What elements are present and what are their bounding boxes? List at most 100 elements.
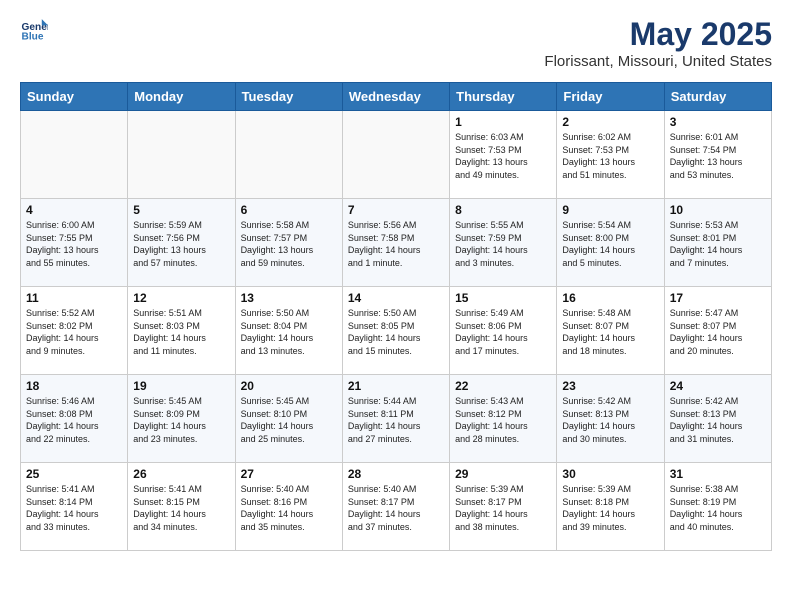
weekday-header-tuesday: Tuesday [235,83,342,111]
day-info: Sunrise: 5:40 AM Sunset: 8:16 PM Dayligh… [241,483,337,533]
day-number: 19 [133,379,229,393]
calendar-cell: 16 Sunrise: 5:48 AM Sunset: 8:07 PM Dayli… [557,287,664,375]
calendar-cell: 31 Sunrise: 5:38 AM Sunset: 8:19 PM Dayli… [664,463,771,551]
calendar-cell: 19 Sunrise: 5:45 AM Sunset: 8:09 PM Dayli… [128,375,235,463]
day-number: 7 [348,203,444,217]
day-number: 26 [133,467,229,481]
calendar-cell: 12 Sunrise: 5:51 AM Sunset: 8:03 PM Dayli… [128,287,235,375]
calendar-cell: 25 Sunrise: 5:41 AM Sunset: 8:14 PM Dayli… [21,463,128,551]
day-number: 11 [26,291,122,305]
calendar-week-row: 4 Sunrise: 6:00 AM Sunset: 7:55 PM Daylig… [21,199,772,287]
calendar-cell: 13 Sunrise: 5:50 AM Sunset: 8:04 PM Dayli… [235,287,342,375]
day-info: Sunrise: 5:54 AM Sunset: 8:00 PM Dayligh… [562,219,658,269]
calendar-cell: 3Sunrise: 6:01 AM Sunset: 7:54 PM Daylig… [664,111,771,199]
day-info: Sunrise: 5:38 AM Sunset: 8:19 PM Dayligh… [670,483,766,533]
calendar-week-row: 18Sunrise: 5:46 AM Sunset: 8:08 PM Dayli… [21,375,772,463]
calendar-week-row: 1 Sunrise: 6:03 AM Sunset: 7:53 PM Daylig… [21,111,772,199]
calendar-cell: 28Sunrise: 5:40 AM Sunset: 8:17 PM Dayli… [342,463,449,551]
calendar-cell: 6 Sunrise: 5:58 AM Sunset: 7:57 PM Daylig… [235,199,342,287]
weekday-header-wednesday: Wednesday [342,83,449,111]
day-number: 16 [562,291,658,305]
calendar-cell: 2 Sunrise: 6:02 AM Sunset: 7:53 PM Daylig… [557,111,664,199]
day-info: Sunrise: 5:52 AM Sunset: 8:02 PM Dayligh… [26,307,122,357]
day-info: Sunrise: 5:53 AM Sunset: 8:01 PM Dayligh… [670,219,766,269]
day-info: Sunrise: 5:39 AM Sunset: 8:17 PM Dayligh… [455,483,551,533]
day-info: Sunrise: 5:51 AM Sunset: 8:03 PM Dayligh… [133,307,229,357]
calendar-cell: 4 Sunrise: 6:00 AM Sunset: 7:55 PM Daylig… [21,199,128,287]
calendar-cell: 9 Sunrise: 5:54 AM Sunset: 8:00 PM Daylig… [557,199,664,287]
day-info: Sunrise: 5:42 AM Sunset: 8:13 PM Dayligh… [562,395,658,445]
day-number: 30 [562,467,658,481]
day-info: Sunrise: 5:45 AM Sunset: 8:10 PM Dayligh… [241,395,337,445]
day-number: 4 [26,203,122,217]
calendar-cell: 17Sunrise: 5:47 AM Sunset: 8:07 PM Dayli… [664,287,771,375]
weekday-header-thursday: Thursday [450,83,557,111]
day-info: Sunrise: 6:00 AM Sunset: 7:55 PM Dayligh… [26,219,122,269]
day-number: 31 [670,467,766,481]
day-info: Sunrise: 5:41 AM Sunset: 8:15 PM Dayligh… [133,483,229,533]
day-number: 3 [670,115,766,129]
calendar-cell: 29 Sunrise: 5:39 AM Sunset: 8:17 PM Dayli… [450,463,557,551]
calendar-cell: 18Sunrise: 5:46 AM Sunset: 8:08 PM Dayli… [21,375,128,463]
day-number: 8 [455,203,551,217]
day-number: 24 [670,379,766,393]
day-number: 13 [241,291,337,305]
day-number: 5 [133,203,229,217]
calendar-cell [235,111,342,199]
calendar-cell: 27 Sunrise: 5:40 AM Sunset: 8:16 PM Dayli… [235,463,342,551]
calendar-cell [21,111,128,199]
logo: General Blue [20,16,48,44]
day-info: Sunrise: 5:49 AM Sunset: 8:06 PM Dayligh… [455,307,551,357]
main-title: May 2025 [544,16,772,53]
day-info: Sunrise: 5:39 AM Sunset: 8:18 PM Dayligh… [562,483,658,533]
day-number: 27 [241,467,337,481]
day-number: 9 [562,203,658,217]
calendar-cell: 14Sunrise: 5:50 AM Sunset: 8:05 PM Dayli… [342,287,449,375]
day-number: 21 [348,379,444,393]
weekday-header-saturday: Saturday [664,83,771,111]
day-number: 14 [348,291,444,305]
day-info: Sunrise: 6:02 AM Sunset: 7:53 PM Dayligh… [562,131,658,181]
calendar-cell: 30 Sunrise: 5:39 AM Sunset: 8:18 PM Dayli… [557,463,664,551]
day-number: 25 [26,467,122,481]
day-number: 17 [670,291,766,305]
day-number: 1 [455,115,551,129]
day-info: Sunrise: 5:50 AM Sunset: 8:04 PM Dayligh… [241,307,337,357]
day-number: 29 [455,467,551,481]
day-info: Sunrise: 5:56 AM Sunset: 7:58 PM Dayligh… [348,219,444,269]
day-number: 28 [348,467,444,481]
calendar-cell: 8 Sunrise: 5:55 AM Sunset: 7:59 PM Daylig… [450,199,557,287]
page-header: General Blue May 2025 Florissant, Missou… [20,16,772,70]
weekday-header-row: SundayMondayTuesdayWednesdayThursdayFrid… [21,83,772,111]
day-info: Sunrise: 5:55 AM Sunset: 7:59 PM Dayligh… [455,219,551,269]
calendar-week-row: 11 Sunrise: 5:52 AM Sunset: 8:02 PM Dayli… [21,287,772,375]
day-info: Sunrise: 5:43 AM Sunset: 8:12 PM Dayligh… [455,395,551,445]
calendar-cell: 24 Sunrise: 5:42 AM Sunset: 8:13 PM Dayli… [664,375,771,463]
day-number: 12 [133,291,229,305]
calendar-cell: 5Sunrise: 5:59 AM Sunset: 7:56 PM Daylig… [128,199,235,287]
svg-text:Blue: Blue [22,31,44,42]
day-info: Sunrise: 6:03 AM Sunset: 7:53 PM Dayligh… [455,131,551,181]
day-number: 2 [562,115,658,129]
day-info: Sunrise: 5:42 AM Sunset: 8:13 PM Dayligh… [670,395,766,445]
calendar-cell: 22 Sunrise: 5:43 AM Sunset: 8:12 PM Dayli… [450,375,557,463]
day-info: Sunrise: 5:44 AM Sunset: 8:11 PM Dayligh… [348,395,444,445]
day-number: 6 [241,203,337,217]
day-info: Sunrise: 5:41 AM Sunset: 8:14 PM Dayligh… [26,483,122,533]
calendar-cell: 7 Sunrise: 5:56 AM Sunset: 7:58 PM Daylig… [342,199,449,287]
weekday-header-monday: Monday [128,83,235,111]
calendar-cell: 10Sunrise: 5:53 AM Sunset: 8:01 PM Dayli… [664,199,771,287]
calendar-table: SundayMondayTuesdayWednesdayThursdayFrid… [20,82,772,551]
weekday-header-friday: Friday [557,83,664,111]
subtitle: Florissant, Missouri, United States [544,53,772,70]
calendar-cell: 26 Sunrise: 5:41 AM Sunset: 8:15 PM Dayli… [128,463,235,551]
day-info: Sunrise: 5:48 AM Sunset: 8:07 PM Dayligh… [562,307,658,357]
logo-icon: General Blue [20,16,48,44]
day-info: Sunrise: 5:45 AM Sunset: 8:09 PM Dayligh… [133,395,229,445]
calendar-cell: 1 Sunrise: 6:03 AM Sunset: 7:53 PM Daylig… [450,111,557,199]
day-number: 15 [455,291,551,305]
day-number: 22 [455,379,551,393]
calendar-cell: 15 Sunrise: 5:49 AM Sunset: 8:06 PM Dayli… [450,287,557,375]
day-number: 18 [26,379,122,393]
day-info: Sunrise: 5:58 AM Sunset: 7:57 PM Dayligh… [241,219,337,269]
